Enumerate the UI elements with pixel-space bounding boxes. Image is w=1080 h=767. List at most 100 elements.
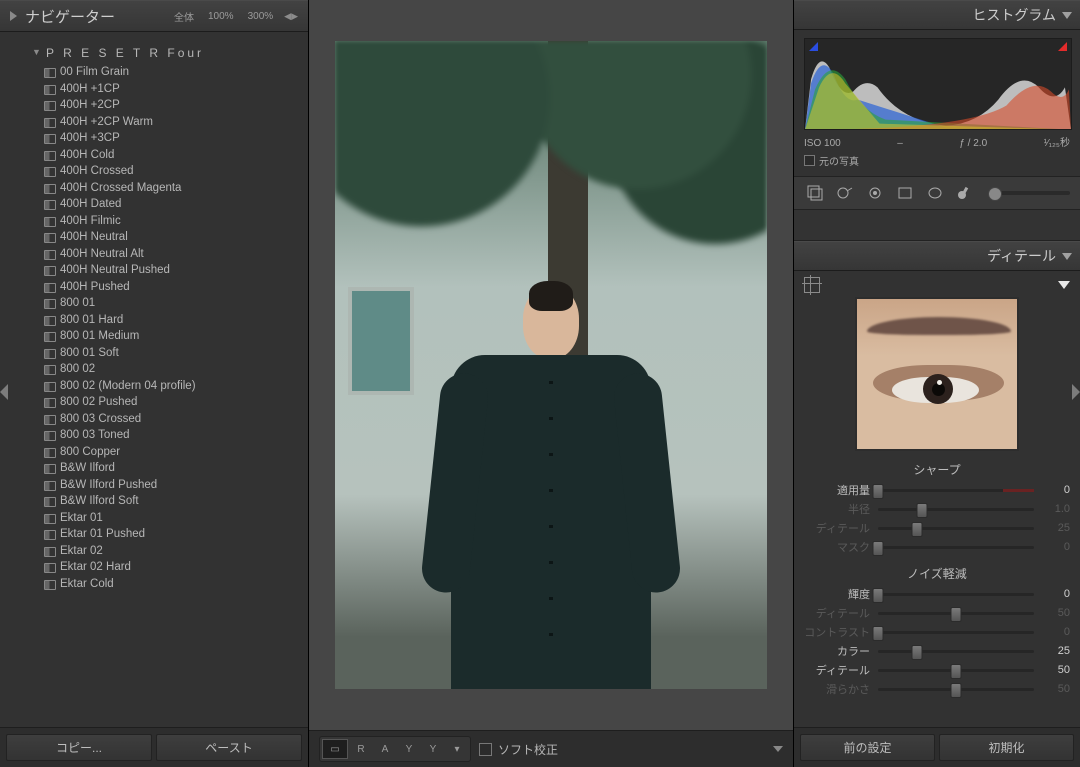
preset-item[interactable]: 400H +1CP [0, 81, 308, 98]
preset-item[interactable]: B&W Ilford Pushed [0, 477, 308, 494]
navigator-header[interactable]: ナビゲーター 全体 100% 300% ◀▶ [0, 0, 308, 32]
tool-strip-slider[interactable] [988, 191, 1070, 195]
slider-mask[interactable]: マスク0 [804, 539, 1070, 555]
slider-track[interactable] [878, 631, 1034, 634]
preset-item[interactable]: 400H Crossed [0, 163, 308, 180]
exif-iso: ISO 100 [804, 138, 841, 149]
preset-item[interactable]: 400H +2CP Warm [0, 114, 308, 131]
preset-item[interactable]: B&W Ilford [0, 460, 308, 477]
preset-item[interactable]: 800 02 Pushed [0, 394, 308, 411]
slider-knob-icon [912, 645, 923, 660]
preset-item[interactable]: 800 03 Toned [0, 427, 308, 444]
compare-a-button[interactable]: A [374, 740, 396, 758]
preset-item[interactable]: 400H Neutral Pushed [0, 262, 308, 279]
soft-proof-checkbox[interactable]: ソフト校正 [479, 741, 558, 758]
preset-thumbnail-icon [44, 563, 56, 573]
preset-item[interactable]: 800 03 Crossed [0, 411, 308, 428]
preset-item[interactable]: 800 01 Soft [0, 345, 308, 362]
slider-track[interactable] [878, 593, 1034, 596]
slider-track[interactable] [878, 688, 1034, 691]
zoom-fit[interactable]: 全体 [171, 9, 197, 24]
redeye-tool-icon[interactable] [864, 183, 886, 203]
slider-detail[interactable]: ディテール25 [804, 520, 1070, 536]
preset-item[interactable]: 400H +3CP [0, 130, 308, 147]
compare-y2-button[interactable]: Y [422, 740, 444, 758]
preset-item[interactable]: Ektar 02 [0, 543, 308, 560]
preset-item[interactable]: 800 02 (Modern 04 profile) [0, 378, 308, 395]
slider-track[interactable] [878, 527, 1034, 530]
preset-item[interactable]: 400H Filmic [0, 213, 308, 230]
preset-item[interactable]: 400H Neutral [0, 229, 308, 246]
preset-item[interactable]: 00 Film Grain [0, 64, 308, 81]
preset-item[interactable]: B&W Ilford Soft [0, 493, 308, 510]
zoom-100[interactable]: 100% [205, 11, 237, 22]
preset-item[interactable]: 400H Dated [0, 196, 308, 213]
histogram[interactable] [804, 38, 1072, 130]
slider-label: 適用量 [804, 482, 870, 498]
preset-item[interactable]: 800 Copper [0, 444, 308, 461]
detail-disclosure-icon[interactable] [1058, 281, 1070, 289]
preset-label: 400H +1CP [60, 83, 120, 95]
compare-y1-button[interactable]: Y [398, 740, 420, 758]
preset-item[interactable]: Ektar 01 Pushed [0, 526, 308, 543]
left-footer: コピー... ペースト [0, 727, 308, 767]
zoom-menu-icon[interactable]: ◀▶ [284, 11, 298, 22]
radial-tool-icon[interactable] [924, 183, 946, 203]
slider-amount[interactable]: 適用量0 [804, 482, 1070, 498]
collapse-right-icon[interactable] [1072, 384, 1080, 400]
loupe-view-button[interactable]: ▭ [322, 739, 348, 759]
preset-label: B&W Ilford Soft [60, 495, 139, 507]
paste-button[interactable]: ペースト [156, 734, 302, 761]
crop-tool-icon[interactable] [804, 183, 826, 203]
compare-menu-button[interactable]: ▾ [446, 740, 468, 758]
preset-item[interactable]: Ektar Cold [0, 576, 308, 593]
slider-track[interactable] [878, 669, 1034, 672]
slider-col_detail[interactable]: ディテール50 [804, 662, 1070, 678]
preset-item[interactable]: 800 01 [0, 295, 308, 312]
detail-header[interactable]: ディテール [794, 241, 1080, 271]
preset-item[interactable]: 800 01 Hard [0, 312, 308, 329]
grad-tool-icon[interactable] [894, 183, 916, 203]
slider-radius[interactable]: 半径1.0 [804, 501, 1070, 517]
slider-track[interactable] [878, 612, 1034, 615]
detail-target-icon[interactable] [804, 277, 820, 293]
reset-button[interactable]: 初期化 [939, 734, 1074, 761]
preset-label: 400H +2CP Warm [60, 116, 153, 128]
preset-item[interactable]: 800 02 [0, 361, 308, 378]
slider-track[interactable] [878, 650, 1034, 653]
preset-item[interactable]: Ektar 01 [0, 510, 308, 527]
slider-color[interactable]: カラー25 [804, 643, 1070, 659]
slider-luminance[interactable]: 輝度0 [804, 586, 1070, 602]
slider-lum_contrast[interactable]: コントラスト0 [804, 624, 1070, 640]
brush-tool-icon[interactable] [954, 183, 976, 203]
collapsed-panel-row[interactable] [794, 210, 1080, 241]
histogram-header[interactable]: ヒストグラム [794, 0, 1080, 30]
preset-label: 400H Neutral Pushed [60, 264, 170, 276]
slider-col_smooth[interactable]: 滑らかさ50 [804, 681, 1070, 697]
slider-track[interactable] [878, 546, 1034, 549]
preset-item[interactable]: 400H Cold [0, 147, 308, 164]
preset-label: 400H +2CP [60, 99, 120, 111]
preset-item[interactable]: 400H Crossed Magenta [0, 180, 308, 197]
preset-label: 00 Film Grain [60, 66, 129, 78]
preset-folder[interactable]: P R E S E T R Four [0, 40, 308, 64]
preset-item[interactable]: 400H Neutral Alt [0, 246, 308, 263]
spot-tool-icon[interactable] [834, 183, 856, 203]
slider-track[interactable] [878, 508, 1034, 511]
original-photo-checkbox[interactable]: 元の写真 [804, 153, 1070, 168]
preset-item[interactable]: 400H +2CP [0, 97, 308, 114]
collapse-left-icon[interactable] [0, 384, 8, 400]
copy-button[interactable]: コピー... [6, 734, 152, 761]
toolbar-disclosure-icon[interactable] [773, 746, 783, 752]
compare-r-button[interactable]: R [350, 740, 372, 758]
image-canvas[interactable] [309, 0, 793, 730]
preset-item[interactable]: 400H Pushed [0, 279, 308, 296]
zoom-300[interactable]: 300% [245, 11, 277, 22]
detail-preview[interactable] [855, 297, 1019, 451]
slider-label: ディテール [804, 662, 870, 678]
slider-track[interactable] [878, 489, 1034, 492]
previous-settings-button[interactable]: 前の設定 [800, 734, 935, 761]
preset-item[interactable]: 800 01 Medium [0, 328, 308, 345]
slider-lum_detail[interactable]: ディテール50 [804, 605, 1070, 621]
preset-item[interactable]: Ektar 02 Hard [0, 559, 308, 576]
